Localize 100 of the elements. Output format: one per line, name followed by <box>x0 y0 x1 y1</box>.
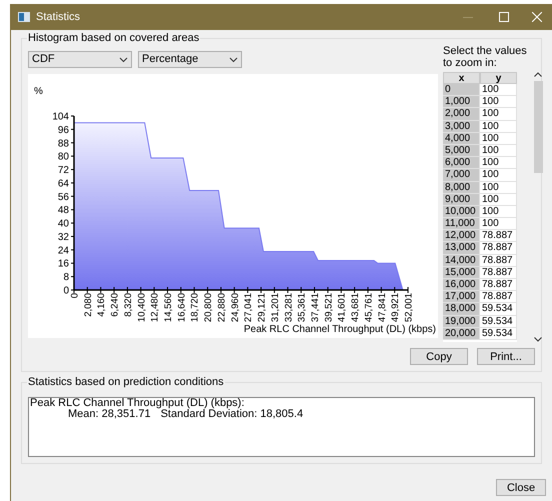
table-cell: 100 <box>480 157 517 170</box>
scrollbar[interactable] <box>531 72 545 342</box>
table-cell: 59.534 <box>480 303 517 316</box>
table-cell: 78.887 <box>480 230 517 242</box>
x-tick-label: 12,480 <box>150 293 161 322</box>
x-tick-label: 31,201 <box>270 293 281 322</box>
scroll-thumb[interactable] <box>534 81 542 173</box>
y-tick-label: 24 <box>58 245 69 256</box>
y-tick-label: 8 <box>63 272 69 284</box>
x-tick-label: 18,720 <box>190 293 201 322</box>
x-tick-label: 8,320 <box>122 293 134 317</box>
close-button[interactable]: Close <box>496 479 546 496</box>
table-cell: 78.887 <box>480 242 517 255</box>
x-tick-label: 49,921 <box>390 293 402 322</box>
minimize-icon[interactable] <box>463 16 473 18</box>
print-button[interactable]: Print... <box>477 348 535 365</box>
row-header-cell: 18,000 <box>443 303 480 316</box>
row-header-cell: 12,000 <box>443 230 480 242</box>
dropdown[interactable]: Percentage <box>138 51 242 68</box>
table-cell: 100 <box>480 169 517 182</box>
x-tick-label: 24,960 <box>230 293 241 322</box>
column-header[interactable]: x <box>443 72 480 84</box>
y-tick-label: 104 <box>52 112 69 122</box>
row-header-cell: 4,000 <box>443 132 480 145</box>
row-header-cell: 14,000 <box>443 254 480 267</box>
x-tick-label: 45,761 <box>363 293 374 322</box>
statistics-text-box[interactable]: Peak RLC Channel Throughput (DL) (kbps): Mean: 28,351.71 Standard Deviation: 18,805.4 <box>28 397 535 457</box>
row-header-cell: 13,000 <box>443 242 480 255</box>
y-tick-label: 88 <box>58 138 69 150</box>
zoom-instruction: Select the values to zoom in: <box>443 45 528 69</box>
table-cell: 100 <box>480 218 517 230</box>
x-tick-label: 16,640 <box>176 293 188 322</box>
x-tick-label: 35,361 <box>296 293 308 322</box>
table-cell: 59.534 <box>480 328 517 340</box>
x-tick-label: 22,880 <box>216 293 228 322</box>
table-cell: 78.887 <box>480 266 517 279</box>
chevron-down-icon <box>119 56 128 62</box>
table-cell: 100 <box>480 144 517 158</box>
x-tick-label: 27,041 <box>243 293 254 322</box>
x-tick-label: 10,400 <box>136 293 148 322</box>
row-header-cell: 3,000 <box>443 120 480 133</box>
y-tick-label: 16 <box>58 258 69 270</box>
statistics-heading: Peak RLC Channel Throughput (DL) (kbps): <box>30 398 246 409</box>
row-header-cell: 6,000 <box>443 157 480 170</box>
row-header-cell: 2,000 <box>443 108 480 121</box>
y-tick-label: 48 <box>58 205 69 216</box>
group-title: Statistics based on prediction conditions <box>27 376 225 389</box>
y-tick-label: 56 <box>58 192 69 203</box>
table-cell: 100 <box>480 120 517 133</box>
y-axis-label: % <box>34 86 43 97</box>
maximize-icon[interactable] <box>499 12 509 22</box>
table-cell: 78.887 <box>480 279 517 292</box>
scroll-up-icon <box>534 72 542 77</box>
close-icon[interactable] <box>532 12 542 22</box>
y-tick-label: 32 <box>58 232 69 243</box>
x-tick-label: 0 <box>70 293 80 298</box>
group-title: Histogram based on covered areas <box>27 32 200 45</box>
x-tick-label: 4,160 <box>96 293 108 317</box>
row-header-cell: 8,000 <box>443 182 480 194</box>
table-cell: 78.887 <box>480 254 517 267</box>
row-header-cell: 9,000 <box>443 194 480 206</box>
x-tick-label: 29,121 <box>256 293 268 322</box>
x-axis-label: Peak RLC Channel Throughput (DL) (kbps) <box>244 324 436 335</box>
y-tick-label: 40 <box>58 218 69 230</box>
y-tick-label: 64 <box>58 178 69 190</box>
row-header-cell: 19,000 <box>443 316 480 328</box>
table-cell: 100 <box>480 132 517 145</box>
dropdown[interactable]: CDF <box>28 51 132 68</box>
table-cell: 100 <box>480 206 517 218</box>
copy-button[interactable]: Copy <box>410 348 468 365</box>
row-header-cell: 20,000 <box>443 328 480 340</box>
y-tick-label: 96 <box>58 124 69 136</box>
table-cell: 100 <box>480 194 517 206</box>
x-tick-label: 52,001 <box>404 293 414 322</box>
chevron-down-icon <box>229 56 238 62</box>
row-header-cell: 15,000 <box>443 266 480 279</box>
mean-value: Mean: 28,351.71 <box>68 409 151 420</box>
window-title: Statistics <box>36 10 80 25</box>
x-tick-label: 41,601 <box>336 293 348 322</box>
x-tick-label: 2,080 <box>82 293 94 317</box>
row-header-cell: 1,000 <box>443 96 480 108</box>
window-icon <box>18 12 30 22</box>
y-tick-label: 72 <box>58 165 69 176</box>
row-header-cell: 7,000 <box>443 169 480 182</box>
x-tick-label: 47,841 <box>376 293 388 322</box>
table-cell: 100 <box>480 108 517 121</box>
table-cell: 59.534 <box>480 316 517 328</box>
row-header-cell: 17,000 <box>443 291 480 304</box>
row-header-cell: 10,000 <box>443 206 480 218</box>
standard-deviation-value: Standard Deviation: 18,805.4 <box>160 409 304 420</box>
table-cell: 100 <box>480 182 517 194</box>
x-tick-label: 43,681 <box>350 293 362 322</box>
scroll-down-icon <box>534 337 542 342</box>
x-tick-label: 20,800 <box>203 293 214 322</box>
x-tick-label: 39,521 <box>323 293 334 322</box>
y-tick-label: 0 <box>63 286 69 296</box>
row-header-cell: 11,000 <box>443 218 480 230</box>
column-header[interactable]: y <box>480 72 517 84</box>
row-header-cell: 0 <box>443 84 480 96</box>
x-tick-label: 33,281 <box>283 293 294 322</box>
